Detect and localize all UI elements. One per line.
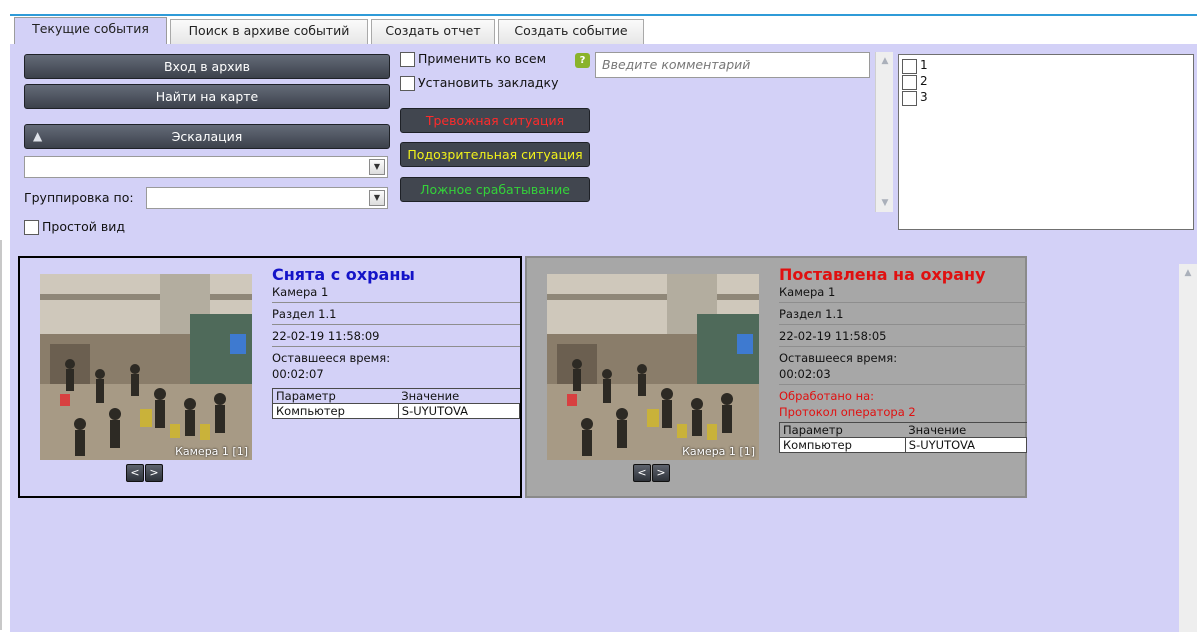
camera-image [547,274,759,460]
list-item[interactable]: 1 [902,58,962,75]
chevron-down-icon[interactable]: ▼ [878,196,892,210]
checkbox-box[interactable] [24,220,39,235]
remaining-value: 00:02:03 [779,367,831,381]
checkbox-box[interactable] [902,75,917,90]
checkbox-box[interactable] [400,52,415,67]
list-item[interactable]: 2 [902,74,962,91]
grouping-label: Группировка по: [24,190,134,205]
event-datetime: 22-02-19 11:58:05 [779,325,1027,347]
list-item-label: 3 [920,90,928,104]
checkbox-box[interactable] [400,76,415,91]
remaining-label: Оставшееся время: [779,351,898,365]
tab-bar: Текущие события Поиск в архиве событий С… [10,16,1197,44]
tab-archive-search[interactable]: Поиск в архиве событий [170,19,368,44]
parameters-table: Параметр Значение Компьютер S-UYUTOVA [779,422,1028,453]
chevron-up-icon[interactable]: ▲ [878,54,892,68]
escalation-select[interactable]: ▼ [24,156,388,178]
event-card[interactable]: Камера 1 [1] < > Поставлена на охрану Ка… [525,256,1028,498]
checkbox-box[interactable] [902,59,917,74]
comment-scrollbar[interactable]: ▲ ▼ [875,52,893,212]
camera-image [40,274,252,460]
chevron-down-icon[interactable]: ▼ [369,190,385,206]
column-header: Значение [905,422,1027,438]
table-cell: Компьютер [779,437,906,453]
table-row: Компьютер S-UYUTOVA [779,437,1028,453]
column-header: Значение [398,388,520,404]
processed-value: Протокол оператора 2 [779,405,916,419]
object-list: 1 2 3 [898,54,1194,230]
event-info: Поставлена на охрану Камера 1 Раздел 1.1… [779,265,1028,453]
event-card[interactable]: Камера 1 [1] < > Снята с охраны Камера 1… [18,256,522,498]
window-edge [0,240,2,630]
image-navigation: < > [126,464,166,482]
event-camera: Камера 1 [272,284,520,303]
prev-button[interactable]: < [126,464,144,482]
event-section: Раздел 1.1 [779,303,1027,325]
apply-all-checkbox[interactable]: Применить ко всем [400,51,560,68]
table-cell: Компьютер [272,403,399,419]
table-row: Компьютер S-UYUTOVA [272,403,521,419]
remaining-label: Оставшееся время: [272,351,391,365]
tab-create-event[interactable]: Создать событие [498,19,644,44]
list-item-label: 1 [920,58,928,72]
events-scrollbar[interactable]: ▲ [1179,264,1197,632]
simple-view-label: Простой вид [42,219,126,234]
checkbox-box[interactable] [902,91,917,106]
image-navigation: < > [633,464,673,482]
parameters-table: Параметр Значение Компьютер S-UYUTOVA [272,388,521,419]
help-icon[interactable]: ? [575,53,590,68]
escalation-button[interactable]: ▲ Эскалация [24,124,390,149]
chevron-up-icon[interactable]: ▲ [1181,266,1195,280]
control-panel: Вход в архив Найти на карте ▲ Эскалация … [10,44,1197,246]
false-alarm-button[interactable]: Ложное срабатывание [400,177,590,202]
event-remaining: Оставшееся время: 00:02:07 [272,347,520,384]
event-camera: Камера 1 [779,284,1027,303]
table-cell: S-UYUTOVA [397,403,521,419]
table-cell: S-UYUTOVA [904,437,1028,453]
suspicious-situation-button[interactable]: Подозрительная ситуация [400,142,590,167]
camera-snapshot[interactable]: Камера 1 [1] [40,274,252,460]
event-datetime: 22-02-19 11:58:09 [272,325,520,347]
tab-current-events[interactable]: Текущие события [14,17,167,44]
column-header: Параметр [779,422,906,438]
event-info: Снята с охраны Камера 1 Раздел 1.1 22-02… [272,265,521,419]
event-cards-area: Камера 1 [1] < > Снята с охраны Камера 1… [10,248,1197,632]
apply-all-label: Применить ко всем [418,51,547,66]
event-remaining: Оставшееся время: 00:02:03 [779,347,1027,385]
grouping-select[interactable]: ▼ [146,187,388,209]
bookmark-checkbox[interactable]: Установить закладку [400,75,570,92]
escalation-label: Эскалация [171,129,243,144]
next-button[interactable]: > [652,464,670,482]
bookmark-label: Установить закладку [418,75,559,90]
alarm-situation-button[interactable]: Тревожная ситуация [400,108,590,133]
simple-view-checkbox[interactable]: Простой вид [24,219,184,236]
tab-create-report[interactable]: Создать отчет [371,19,495,44]
list-item-label: 2 [920,74,928,88]
list-item[interactable]: 3 [902,90,962,107]
processed-label: Обработано на: [779,389,875,403]
prev-button[interactable]: < [633,464,651,482]
event-processed: Обработано на: Протокол оператора 2 [779,385,1027,422]
comment-input[interactable]: Введите комментарий [595,52,870,78]
event-title: Снята с охраны [272,265,415,284]
double-chevron-up-icon: ▲ [33,129,43,143]
chevron-down-icon[interactable]: ▼ [369,159,385,175]
next-button[interactable]: > [145,464,163,482]
find-on-map-button[interactable]: Найти на карте [24,84,390,109]
camera-caption: Камера 1 [1] [175,445,248,458]
event-monitor-window: Текущие события Поиск в архиве событий С… [10,14,1197,632]
camera-caption: Камера 1 [1] [682,445,755,458]
event-section: Раздел 1.1 [272,303,520,325]
event-title: Поставлена на охрану [779,265,986,284]
camera-snapshot[interactable]: Камера 1 [1] [547,274,759,460]
remaining-value: 00:02:07 [272,367,324,381]
archive-button[interactable]: Вход в архив [24,54,390,79]
column-header: Параметр [272,388,399,404]
